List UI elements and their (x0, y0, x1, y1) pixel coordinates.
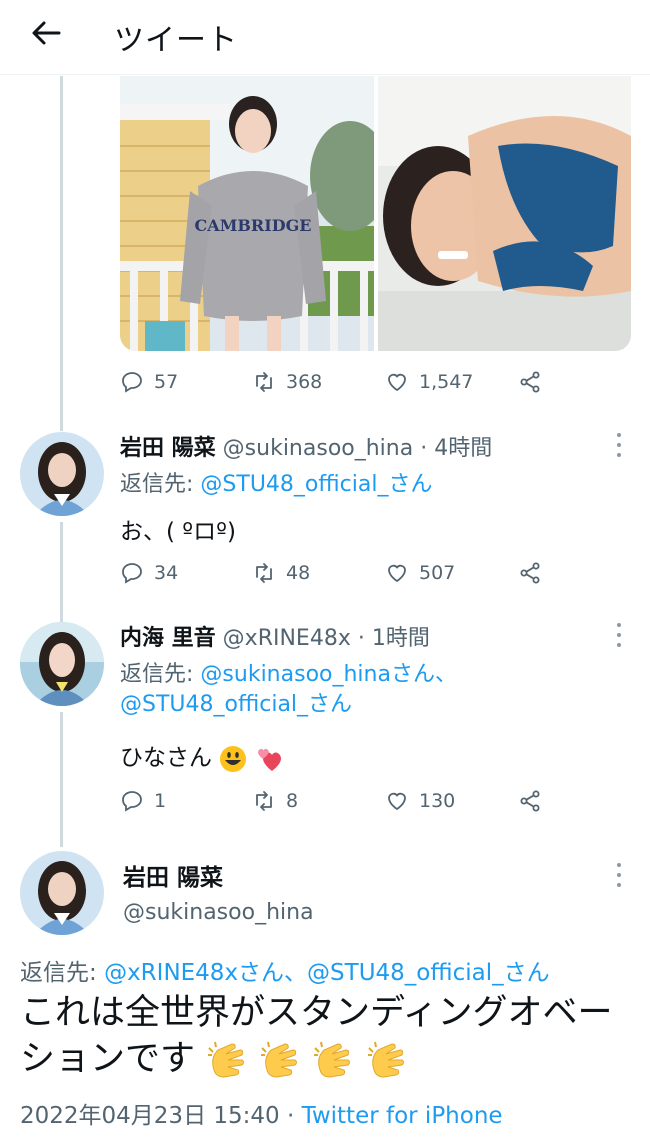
avatar[interactable] (20, 851, 104, 935)
display-name: 岩田 陽菜 (120, 436, 216, 461)
thread-line (60, 76, 63, 431)
reply-icon (122, 372, 142, 393)
display-name[interactable]: 岩田 陽菜 (123, 858, 223, 892)
top-bar: ツイート (0, 0, 650, 75)
photo-sweatshirt[interactable]: CAMBRIDGE (120, 76, 374, 351)
clapping-hands-emoji-icon (314, 1041, 351, 1078)
smiley-emoji-icon (220, 745, 247, 772)
tweet-actions: 1 8 130 (120, 786, 560, 816)
reply-icon (122, 563, 142, 584)
retweet-button[interactable]: 8 (252, 786, 298, 816)
like-count: 1,547 (419, 371, 474, 393)
tweet-text: ひなさん (120, 738, 285, 773)
share-button[interactable] (518, 786, 542, 816)
retweet-button[interactable]: 368 (252, 367, 322, 397)
timestamp[interactable]: 2022年04月23日 15:40 · (20, 1103, 302, 1129)
back-arrow-icon[interactable] (28, 17, 64, 49)
reply-button[interactable]: 34 (120, 558, 178, 588)
mention-link[interactable]: @STU48_official_さん (120, 692, 352, 717)
handle-time: @xRINE48x · 1時間 (222, 626, 430, 651)
share-button[interactable] (518, 558, 542, 588)
tweet-author[interactable]: 岩田 陽菜 @sukinasoo_hina · 4時間 (120, 430, 492, 462)
retweet-icon (256, 372, 272, 392)
retweet-count: 368 (286, 371, 323, 393)
clapping-emojis (206, 1039, 407, 1079)
mention-link[interactable]: @xRINE48xさん、@STU48_official_さん (104, 960, 550, 986)
reply-context: 返信先: @xRINE48xさん、@STU48_official_さん (20, 953, 550, 987)
retweet-count: 8 (286, 790, 299, 812)
reply-icon (122, 791, 142, 812)
handle-time: @sukinasoo_hina · 4時間 (222, 436, 493, 461)
like-count: 130 (419, 790, 456, 812)
reply-label: 返信先: (20, 960, 97, 986)
heart-icon (388, 373, 406, 392)
tweet-media-grid[interactable]: CAMBRIDGE (120, 76, 631, 351)
heart-icon (388, 564, 406, 583)
reply-context: 返信先: @sukinasoo_hinaさん、 @STU48_official_… (120, 660, 457, 720)
avatar[interactable] (20, 432, 104, 516)
source-link[interactable]: Twitter for iPhone (302, 1103, 503, 1129)
like-button[interactable]: 1,547 (385, 367, 473, 397)
clapping-hands-emoji-icon (261, 1041, 298, 1078)
share-button[interactable] (518, 367, 542, 397)
page-title: ツイート (114, 23, 238, 58)
avatar[interactable] (20, 622, 104, 706)
like-button[interactable]: 130 (385, 786, 455, 816)
share-icon (520, 790, 540, 812)
thread-line (60, 522, 63, 622)
reply-label: 返信先: (120, 472, 194, 497)
hearts-emoji-icon (257, 748, 281, 771)
reply-count: 57 (154, 371, 179, 393)
thread-line (60, 712, 63, 847)
like-count: 507 (419, 562, 456, 584)
share-icon (520, 371, 540, 393)
tweet-text: これは全世界がスタンディングオベーションです (20, 990, 630, 1082)
retweet-button[interactable]: 48 (252, 558, 310, 588)
reply-count: 1 (154, 790, 167, 812)
reply-context: 返信先: @STU48_official_さん (120, 470, 432, 500)
tweet-text: お、( ºロº) (120, 519, 236, 545)
reply-label: 返信先: (120, 662, 194, 687)
retweet-icon (256, 791, 272, 811)
more-options-icon[interactable] (612, 863, 626, 887)
reply-button[interactable]: 1 (120, 786, 166, 816)
photo-swimsuit[interactable] (377, 76, 632, 351)
tweet-metadata: 2022年04月23日 15:40 · Twitter for iPhone (20, 1096, 503, 1130)
heart-icon (388, 792, 406, 811)
share-icon (520, 562, 540, 584)
clapping-hands-emoji-icon (208, 1041, 245, 1078)
clapping-hands-emoji-icon (367, 1041, 404, 1078)
tweet-author[interactable]: 内海 里音 @xRINE48x · 1時間 (120, 620, 430, 652)
tweet-text-body: ひなさん (120, 745, 212, 771)
mention-link[interactable]: @sukinasoo_hinaさん、 (200, 662, 457, 687)
retweet-icon (256, 563, 272, 583)
svg-text:CAMBRIDGE: CAMBRIDGE (195, 216, 312, 235)
mention-link[interactable]: @STU48_official_さん (200, 472, 432, 497)
reply-button[interactable]: 57 (120, 367, 178, 397)
tweet-actions: 34 48 507 (120, 558, 560, 588)
like-button[interactable]: 507 (385, 558, 455, 588)
more-options-icon[interactable] (612, 433, 626, 457)
display-name: 内海 里音 (120, 626, 216, 651)
handle[interactable]: @sukinasoo_hina (123, 900, 314, 925)
tweet-actions: 57 368 1,547 (120, 367, 560, 397)
retweet-count: 48 (286, 562, 311, 584)
reply-count: 34 (154, 562, 179, 584)
more-options-icon[interactable] (612, 623, 626, 647)
